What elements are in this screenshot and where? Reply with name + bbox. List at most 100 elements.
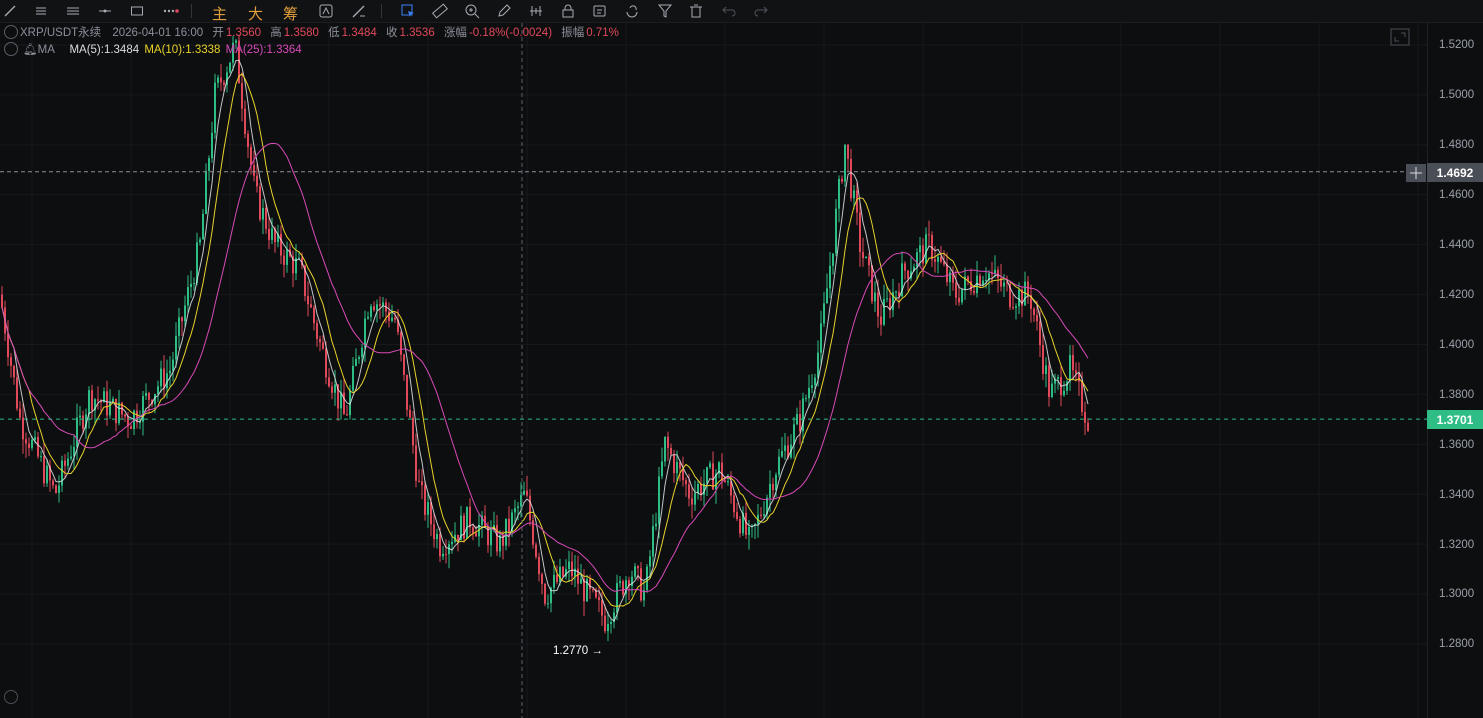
- ma25-value: MA(25):1.3364: [225, 44, 302, 56]
- candle-body: [733, 495, 735, 513]
- high-label: 高: [270, 27, 282, 39]
- undo-icon[interactable]: [719, 1, 739, 21]
- candle-body: [37, 436, 39, 457]
- candle-body: [16, 377, 18, 409]
- candle-body: [772, 483, 774, 491]
- candle-body: [667, 436, 669, 448]
- pencil-icon[interactable]: [494, 1, 514, 21]
- expand-panel-icon[interactable]: [4, 690, 18, 704]
- candle-body: [979, 275, 981, 286]
- candle-body: [685, 480, 687, 485]
- candle-body: [544, 583, 546, 604]
- redo-icon[interactable]: [751, 1, 771, 21]
- candle-body: [508, 518, 510, 532]
- candle-body: [916, 252, 918, 267]
- candle-body: [676, 462, 678, 474]
- candle-body: [364, 318, 366, 348]
- edit-box-icon[interactable]: [590, 1, 610, 21]
- candle-body: [829, 265, 831, 289]
- ruler-icon[interactable]: [430, 1, 450, 21]
- candle-body: [325, 348, 327, 378]
- fullscreen-icon[interactable]: [1390, 28, 1410, 46]
- close-label: 收: [386, 27, 398, 39]
- ma10-value: MA(10):1.3338: [144, 44, 221, 56]
- candle-body: [598, 597, 600, 601]
- change-value: -0.18%(-0.0024): [468, 27, 553, 39]
- candle-body: [187, 287, 189, 306]
- collapse-chevron-icon[interactable]: [4, 41, 18, 56]
- candle-body: [946, 264, 948, 283]
- rectangle-icon[interactable]: [127, 1, 147, 21]
- candle-body: [463, 515, 465, 539]
- candle-body: [280, 233, 282, 256]
- candle-body: [163, 368, 165, 389]
- select-cursor-icon[interactable]: [398, 1, 418, 21]
- candle-body: [985, 280, 987, 282]
- candle-body: [1048, 365, 1050, 397]
- candle-body: [883, 298, 885, 325]
- candlestick-chart[interactable]: [0, 23, 1427, 718]
- candle-body: [859, 212, 861, 253]
- trash-icon[interactable]: [686, 1, 706, 21]
- bell-icon[interactable]: 🔔︎: [23, 44, 38, 56]
- candle-body: [46, 465, 48, 484]
- candle-body: [1072, 354, 1074, 371]
- toolbar-separator: [381, 4, 382, 18]
- candle-body: [673, 454, 675, 474]
- candle-body: [661, 461, 663, 477]
- candle-body: [79, 415, 81, 418]
- candle-body: [847, 144, 849, 159]
- candle-body: [1051, 383, 1053, 397]
- candle-body: [571, 561, 573, 577]
- cycle-icon[interactable]: [316, 1, 336, 21]
- candle-body: [778, 456, 780, 475]
- candle-body: [580, 578, 582, 584]
- price-tick: 1.4000: [1439, 339, 1475, 351]
- ohlc-info-row: XRP/USDT永续 2026-04-01 16:00 开 1.3560 高 1.3…: [0, 24, 621, 42]
- bars-icon[interactable]: [526, 1, 546, 21]
- candle-body: [406, 374, 408, 410]
- candle-body: [313, 307, 315, 324]
- brush-ruler-icon[interactable]: [349, 1, 369, 21]
- candle-body: [517, 506, 519, 509]
- candle-body: [919, 245, 921, 253]
- collapse-chevron-icon[interactable]: [4, 24, 18, 39]
- candle-body: [907, 270, 909, 279]
- candle-body: [1084, 412, 1086, 423]
- candle-body: [205, 171, 207, 214]
- price-tick: 1.2800: [1439, 638, 1475, 650]
- parallel-lines-icon[interactable]: [31, 1, 51, 21]
- horizontal-lines-icon[interactable]: [63, 1, 83, 21]
- candle-body: [841, 178, 843, 182]
- candle-body: [793, 424, 795, 445]
- candle-body: [268, 228, 270, 240]
- main-chart-button[interactable]: 主: [212, 3, 227, 24]
- chips-button[interactable]: 筹: [283, 3, 298, 24]
- magnet-icon[interactable]: [622, 1, 642, 21]
- trend-line-icon[interactable]: [0, 1, 20, 21]
- candle-body: [538, 556, 540, 575]
- bar-datetime: 2026-04-01 16:00: [112, 27, 204, 39]
- candle-body: [817, 352, 819, 378]
- horizontal-segment-icon[interactable]: [95, 1, 115, 21]
- filter-icon[interactable]: [655, 1, 675, 21]
- candle-body: [106, 391, 108, 416]
- zoom-in-icon[interactable]: [462, 1, 482, 21]
- price-tick: 1.3600: [1439, 439, 1475, 451]
- price-axis[interactable]: 1.5200 1.5000 1.4800 1.4600 1.4400 1.420…: [1427, 23, 1483, 718]
- candle-body: [403, 354, 405, 375]
- candle-body: [895, 291, 897, 293]
- candle-body: [34, 436, 36, 440]
- big-order-button[interactable]: 大: [248, 3, 263, 24]
- candle-body: [190, 283, 192, 288]
- candle-body: [52, 480, 54, 486]
- candle-body: [415, 445, 417, 481]
- lock-icon[interactable]: [558, 1, 578, 21]
- candle-body: [709, 463, 711, 468]
- candle-body: [346, 414, 348, 416]
- candle-body: [214, 82, 216, 133]
- price-tick: 1.4800: [1439, 139, 1475, 151]
- candle-body: [241, 83, 243, 109]
- more-dots-icon[interactable]: [160, 1, 182, 21]
- add-alert-plus-icon[interactable]: [1406, 164, 1426, 182]
